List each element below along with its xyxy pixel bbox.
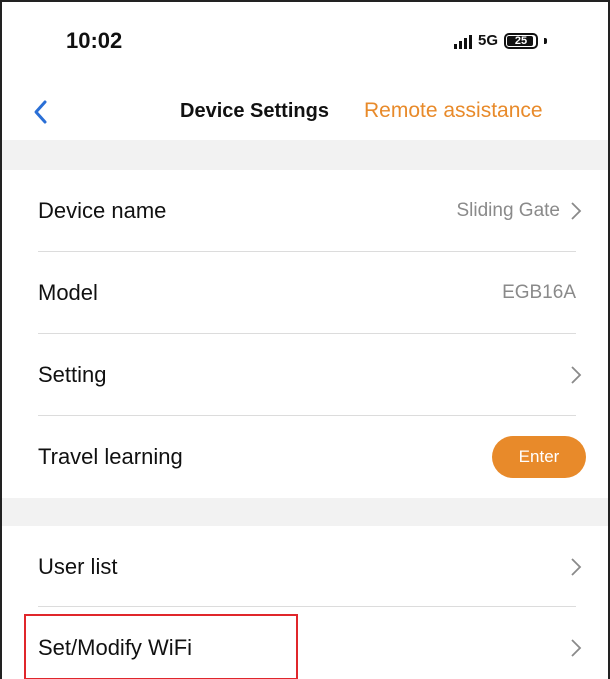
model-row: Model EGB16A bbox=[2, 252, 608, 334]
nav-bar: Device Settings Remote assistance bbox=[2, 84, 608, 140]
app-screen: 10:02 5G 25 Device Settings Remote assis… bbox=[0, 0, 610, 679]
chevron-right-icon bbox=[571, 558, 582, 576]
status-time: 10:02 bbox=[66, 28, 123, 53]
chevron-right-icon bbox=[571, 639, 582, 657]
setting-label: Setting bbox=[38, 362, 107, 387]
section-gap bbox=[2, 140, 608, 170]
device-name-row[interactable]: Device name Sliding Gate bbox=[2, 170, 608, 252]
chevron-left-icon[interactable] bbox=[30, 98, 52, 126]
model-label: Model bbox=[38, 280, 98, 305]
setting-row[interactable]: Setting bbox=[2, 334, 608, 416]
section-gap bbox=[2, 498, 608, 526]
status-bar: 10:02 5G 25 bbox=[2, 2, 608, 84]
enter-button[interactable]: Enter bbox=[492, 436, 586, 478]
battery-icon: 25 bbox=[504, 32, 539, 49]
chevron-right-icon bbox=[571, 202, 582, 220]
page-title: Device Settings bbox=[180, 100, 329, 122]
battery-level: 25 bbox=[514, 34, 528, 47]
model-value: EGB16A bbox=[502, 282, 576, 303]
network-label: 5G bbox=[478, 32, 499, 49]
user-list-label: User list bbox=[38, 554, 118, 579]
device-name-value: Sliding Gate bbox=[456, 200, 560, 221]
travel-learning-label: Travel learning bbox=[38, 444, 183, 469]
user-list-row[interactable]: User list bbox=[2, 526, 608, 608]
highlight-box bbox=[24, 614, 298, 679]
status-indicators: 5G 25 bbox=[454, 32, 548, 49]
device-name-label: Device name bbox=[38, 198, 167, 223]
signal-icon bbox=[454, 33, 472, 49]
travel-learning-row: Travel learning Enter bbox=[2, 416, 608, 498]
battery-tip bbox=[544, 37, 548, 44]
chevron-right-icon bbox=[571, 366, 582, 384]
remote-assistance-link[interactable]: Remote assistance bbox=[364, 99, 543, 123]
